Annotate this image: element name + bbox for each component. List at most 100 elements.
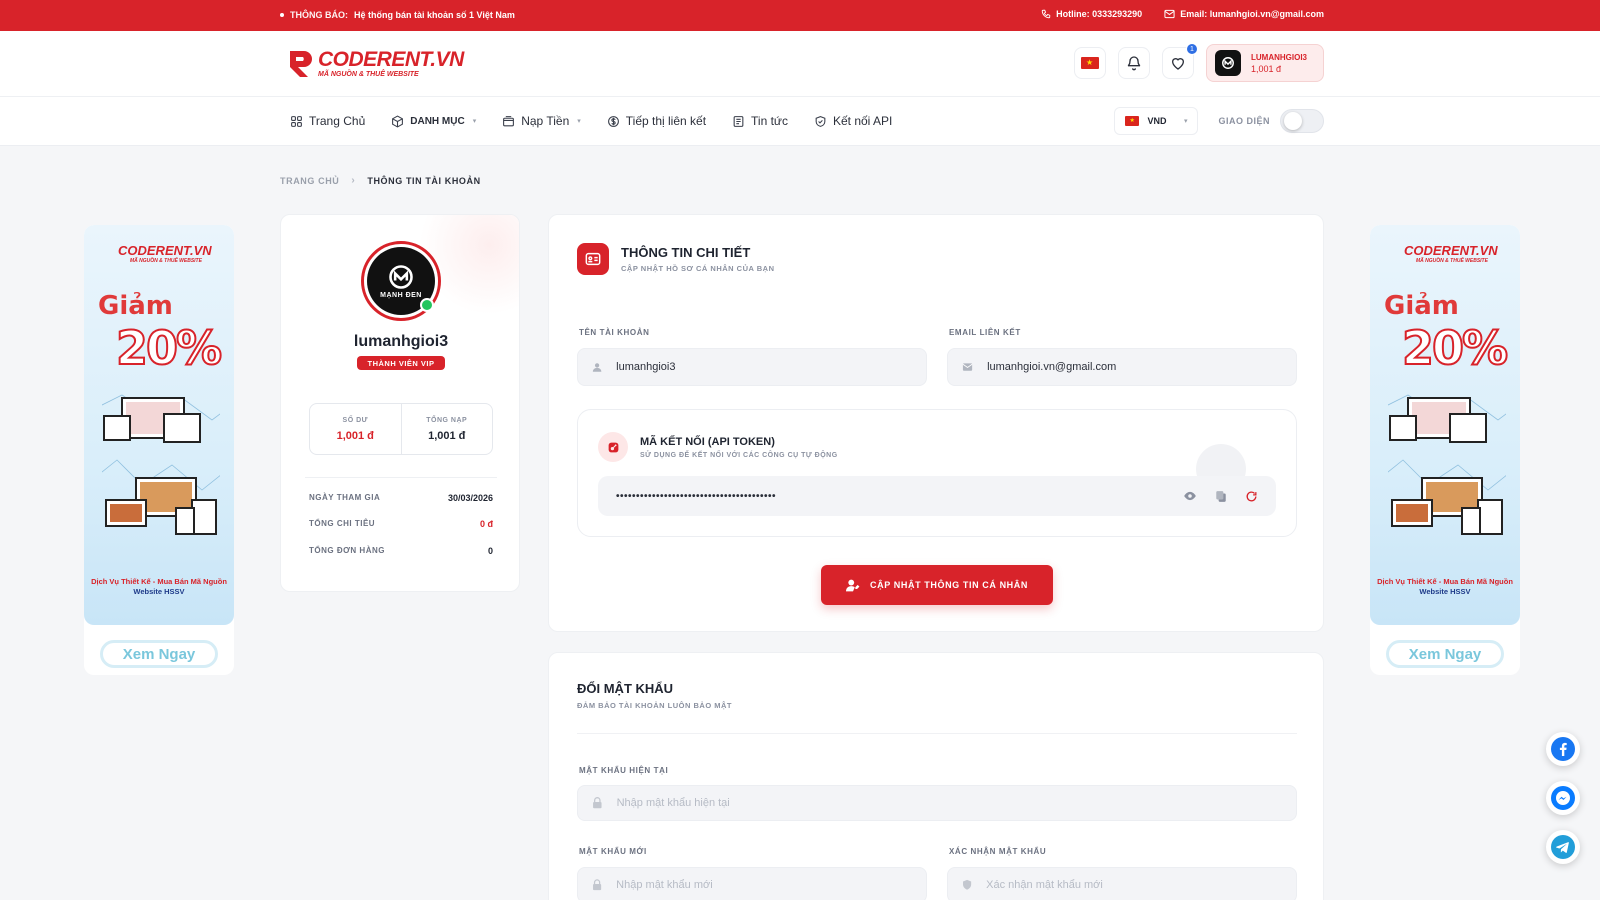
email-link[interactable]: Email: lumanhgioi.vn@gmail.com (1164, 9, 1324, 19)
document-icon (733, 115, 744, 127)
eye-icon[interactable] (1183, 490, 1197, 502)
current-password-input[interactable] (616, 797, 1282, 809)
key-icon (598, 432, 628, 462)
notice-text: Hệ thống bán tài khoản số 1 Việt Nam (354, 10, 515, 20)
breadcrumb: TRANG CHỦ › THÔNG TIN TÀI KHOẢN (280, 175, 481, 186)
mail-icon (962, 363, 973, 371)
change-password-card: ĐỔI MẬT KHẨU ĐẢM BẢO TÀI KHOẢN LUÔN BẢO … (548, 652, 1324, 900)
api-title: MÃ KẾT NỐI (API TOKEN) (640, 435, 775, 448)
stat-value: 1,001 đ (428, 429, 466, 442)
stat-balance: SỐ DƯ 1,001 đ (310, 404, 401, 454)
banner-caption: Dịch Vụ Thiết Kế - Mua Bán Mã Nguồn Webs… (91, 577, 227, 596)
stat-label: TỔNG NẠP (426, 416, 468, 424)
chevron-down-icon: ▾ (1183, 118, 1188, 125)
update-button-label: CẬP NHẬT THÔNG TIN CÁ NHÂN (870, 580, 1028, 590)
new-password-field[interactable] (577, 867, 927, 900)
email-field[interactable] (947, 348, 1297, 386)
vietnam-flag-icon (1081, 57, 1099, 69)
nav-item-news[interactable]: Tin tức (732, 114, 788, 128)
lock-icon (593, 879, 602, 891)
user-avatar (1215, 50, 1241, 76)
info-row-total-spent: TỔNG CHI TIÊU 0 đ (309, 519, 493, 529)
card-subtitle: CẬP NHẬT HỒ SƠ CÁ NHÂN CỦA BẠN (621, 264, 775, 273)
dot-icon (280, 13, 284, 17)
dollar-circle-icon (607, 115, 619, 127)
email-text: Email: lumanhgioi.vn@gmail.com (1180, 9, 1324, 19)
email-input[interactable] (987, 361, 1282, 373)
stat-total-topup: TỔNG NẠP 1,001 đ (400, 404, 493, 454)
mail-icon (1164, 9, 1175, 19)
chevron-right-icon: › (351, 175, 356, 186)
wishlist-button[interactable]: 1 (1162, 43, 1198, 79)
banner-logo: CODERENT.VN MÃ NGUỒN & THUÊ WEBSITE (118, 243, 212, 264)
avatar-logo-icon (1222, 57, 1234, 69)
logo-main-text: CODERENT.VN (318, 47, 464, 71)
shield-check-icon (815, 115, 826, 127)
new-password-label: MẬT KHẨU MỚI (579, 847, 647, 856)
email-label: EMAIL LIÊN KẾT (949, 328, 1021, 337)
banner-view-now-button[interactable]: Xem Ngay (100, 640, 218, 668)
refresh-icon[interactable] (1245, 490, 1258, 503)
nav-label: Kết nối API (832, 114, 893, 128)
current-password-label: MẬT KHẨU HIỆN TẠI (579, 766, 669, 775)
username-field[interactable] (577, 348, 927, 386)
banner-view-now-button[interactable]: Xem Ngay (1386, 640, 1504, 668)
notice: THÔNG BÁO: Hệ thống bán tài khoản số 1 V… (280, 10, 515, 20)
notifications-button[interactable] (1118, 47, 1150, 79)
card-header: THÔNG TIN CHI TIẾT CẬP NHẬT HỒ SƠ CÁ NHÂ… (577, 243, 774, 275)
brand-logo-icon (389, 265, 413, 289)
api-subtitle: SỬ DỤNG ĐỂ KẾT NỐI VỚI CÁC CÔNG CỤ TỰ ĐỘ… (640, 451, 838, 459)
copy-icon[interactable] (1215, 490, 1227, 503)
info-row-join-date: NGÀY THAM GIA 30/03/2026 (309, 493, 493, 503)
hotline-link[interactable]: Hotline: 0333293290 (1041, 9, 1142, 19)
confirm-password-input[interactable] (986, 879, 1282, 891)
confirm-password-label: XÁC NHẬN MẬT KHẨU (949, 847, 1047, 856)
telegram-button[interactable] (1546, 830, 1580, 864)
nav-item-deposit[interactable]: Nạp Tiền ▾ (502, 114, 581, 128)
theme-toggle[interactable] (1280, 109, 1324, 133)
api-token-field[interactable]: •••••••••••••••••••••••••••••••••••••••• (598, 476, 1276, 516)
stat-label: SỐ DƯ (342, 416, 368, 424)
current-password-field[interactable] (577, 785, 1297, 821)
language-button[interactable] (1074, 47, 1106, 79)
theme-label: GIAO DIỆN (1218, 116, 1270, 126)
balance-stats: SỐ DƯ 1,001 đ TỔNG NẠP 1,001 đ (309, 403, 493, 455)
api-token-section: MÃ KẾT NỐI (API TOKEN) SỬ DỤNG ĐỂ KẾT NỐ… (577, 409, 1297, 537)
chevron-down-icon: ▾ (472, 118, 477, 125)
right-promo-banner[interactable]: CODERENT.VN MÃ NGUỒN & THUÊ WEBSITE Giảm… (1370, 225, 1520, 675)
breadcrumb-current: THÔNG TIN TÀI KHOẢN (367, 175, 481, 186)
telegram-icon (1551, 835, 1575, 859)
account-details-card: THÔNG TIN CHI TIẾT CẬP NHẬT HỒ SƠ CÁ NHÂ… (548, 214, 1324, 632)
user-account-chip[interactable]: LUMANHGIOI3 1,001 đ (1206, 44, 1324, 82)
profile-username: lumanhgioi3 (353, 333, 449, 350)
heart-icon (1171, 58, 1185, 70)
banner-image: CODERENT.VN MÃ NGUỒN & THUÊ WEBSITE Giảm… (84, 225, 234, 625)
chevron-down-icon: ▾ (577, 118, 581, 125)
confirm-password-field[interactable] (947, 867, 1297, 900)
stat-value: 1,001 đ (336, 429, 374, 442)
nav-item-api[interactable]: Kết nối API (814, 114, 892, 128)
messenger-button[interactable] (1546, 781, 1580, 815)
facebook-icon (1551, 737, 1575, 761)
user-edit-icon (846, 579, 860, 591)
profile-card: MẠNH ĐEN lumanhgioi3 THÀNH VIÊN VIP SỐ D… (280, 214, 520, 592)
nav-item-category[interactable]: DANH MỤC ▾ (391, 114, 476, 128)
nav-label: Nạp Tiền (521, 114, 570, 128)
online-status-dot (420, 298, 434, 312)
site-logo[interactable]: CODERENT.VN MÃ NGUỒN & THUÊ WEBSITE (286, 47, 464, 79)
username-input[interactable] (616, 361, 912, 373)
facebook-button[interactable] (1546, 732, 1580, 766)
nav-label: DANH MỤC (410, 115, 465, 127)
new-password-input[interactable] (616, 879, 912, 891)
currency-select[interactable]: VND ▾ (1114, 107, 1199, 135)
divider (305, 477, 497, 478)
breadcrumb-home[interactable]: TRANG CHỦ (280, 176, 339, 186)
left-promo-banner[interactable]: CODERENT.VN MÃ NGUỒN & THUÊ WEBSITE Giảm… (84, 225, 234, 675)
nav-item-affiliate[interactable]: Tiếp thị liên kết (607, 114, 706, 128)
announcement-bar: THÔNG BÁO: Hệ thống bán tài khoản số 1 V… (0, 0, 1600, 31)
nav-item-home[interactable]: Trang Chủ (290, 114, 365, 128)
banner-logo: CODERENT.VN MÃ NGUỒN & THUÊ WEBSITE (1404, 243, 1498, 264)
password-title: ĐỔI MẬT KHẨU (577, 681, 674, 696)
update-profile-button[interactable]: CẬP NHẬT THÔNG TIN CÁ NHÂN (821, 565, 1053, 605)
currency-value: VND (1147, 116, 1167, 126)
